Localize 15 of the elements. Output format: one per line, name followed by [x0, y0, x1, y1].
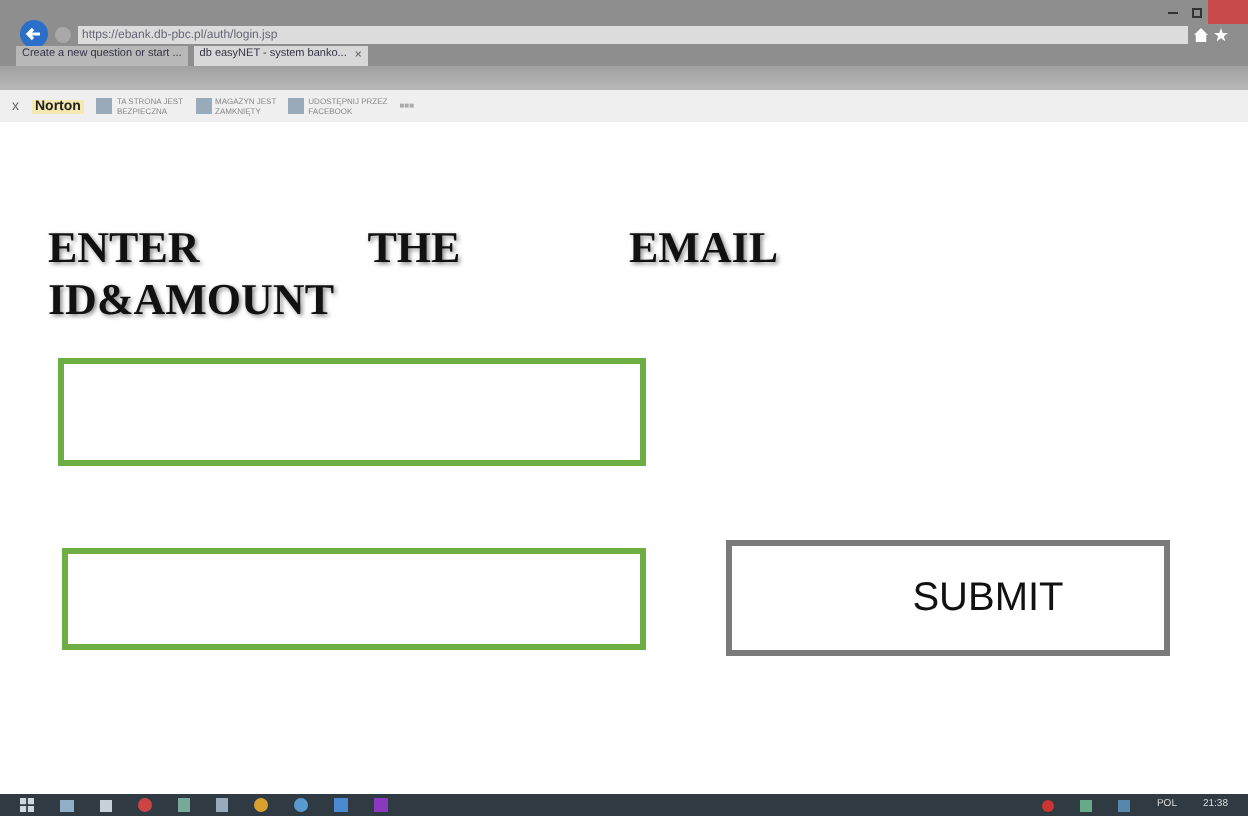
toolbar-icon[interactable]	[195, 98, 211, 114]
input-field[interactable]	[58, 358, 646, 466]
input-field[interactable]	[62, 547, 646, 649]
windows-icon[interactable]	[20, 798, 34, 812]
toolbar-icon[interactable]	[288, 98, 305, 114]
toolbar-icon[interactable]	[96, 98, 113, 114]
tray-icon[interactable]	[1118, 799, 1131, 811]
tray-icon[interactable]	[1042, 799, 1055, 811]
back-icon[interactable]	[20, 19, 48, 47]
forward-icon[interactable]	[54, 26, 72, 44]
tray-icon[interactable]	[1080, 799, 1093, 811]
submit-button[interactable]: SUBMIT	[726, 540, 1170, 656]
star-icon[interactable]	[1214, 28, 1228, 42]
app-icon[interactable]	[138, 798, 152, 812]
heading: ENTER THE EMAIL ID&AMOUNT	[48, 222, 778, 326]
